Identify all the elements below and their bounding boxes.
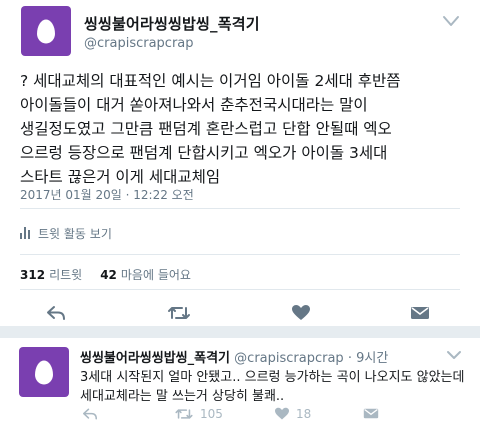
retweets-count: 312 bbox=[20, 268, 46, 282]
reply-handle-time[interactable]: @crapiscrapcrap · 9시간 bbox=[234, 351, 388, 366]
activity-label: 트윗 활동 보기 bbox=[38, 226, 112, 241]
likes-count: 42 bbox=[100, 268, 117, 282]
reply-button[interactable] bbox=[82, 407, 98, 421]
envelope-icon bbox=[363, 408, 379, 419]
user-handle[interactable]: @crapiscrapcrap bbox=[84, 36, 194, 51]
reply-icon bbox=[47, 306, 65, 320]
likes-stat[interactable]: 42 마음에 들어요 bbox=[100, 266, 191, 283]
tweet-activity-link[interactable]: 트윗 활동 보기 bbox=[20, 225, 112, 241]
chevron-down-icon[interactable] bbox=[446, 349, 462, 361]
chevron-down-icon[interactable] bbox=[442, 14, 460, 28]
retweet-count: 105 bbox=[200, 407, 223, 421]
like-button[interactable]: 18 bbox=[274, 407, 311, 421]
dm-button[interactable] bbox=[408, 302, 432, 324]
like-button[interactable] bbox=[289, 302, 313, 324]
divider bbox=[20, 208, 460, 209]
retweet-button[interactable] bbox=[167, 302, 191, 324]
avatar[interactable] bbox=[19, 347, 69, 397]
heart-icon bbox=[292, 305, 310, 320]
display-name[interactable]: 씽씽불어라씽씽밥씽_폭격기 bbox=[84, 13, 260, 34]
tweet-text: ? 세대교체의 대표적인 예시는 이거임 아이돌 2세대 후반쯤 아이돌들이 대… bbox=[20, 72, 401, 186]
timestamp[interactable]: 2017년 01월 20일 · 12:22 오전 bbox=[20, 186, 194, 203]
egg-avatar-icon bbox=[37, 19, 55, 44]
reply-header: 씽씽불어라씽씽밥씽_폭격기 @crapiscrapcrap · 9시간 bbox=[80, 347, 388, 366]
retweets-stat[interactable]: 312 리트윗 bbox=[20, 266, 82, 283]
divider bbox=[20, 254, 460, 255]
retweets-label: 리트윗 bbox=[49, 268, 83, 282]
envelope-icon bbox=[411, 307, 429, 319]
reply-display-name[interactable]: 씽씽불어라씽씽밥씽_폭격기 bbox=[80, 351, 230, 366]
main-tweet: 씽씽불어라씽씽밥씽_폭격기 @crapiscrapcrap ? 세대교체의 대표… bbox=[0, 0, 480, 324]
reply-button[interactable] bbox=[44, 302, 68, 324]
avatar[interactable] bbox=[21, 6, 71, 56]
retweet-button[interactable]: 105 bbox=[174, 407, 223, 421]
divider bbox=[20, 289, 460, 290]
reply-action-bar: 105 18 bbox=[0, 407, 480, 425]
tweet-stats: 312 리트윗 42 마음에 들어요 bbox=[20, 266, 191, 283]
separator-band bbox=[0, 326, 480, 338]
heart-icon bbox=[275, 407, 289, 420]
retweet-icon bbox=[175, 409, 193, 419]
bar-chart-icon bbox=[20, 227, 32, 239]
action-bar bbox=[0, 302, 480, 326]
reply-tweet[interactable]: 씽씽불어라씽씽밥씽_폭격기 @crapiscrapcrap · 9시간 3세대 … bbox=[0, 338, 480, 425]
retweet-icon bbox=[168, 307, 190, 319]
reply-icon bbox=[83, 408, 97, 420]
reply-text: 3세대 시작된지 얼마 안됐고.. 으르렁 능가하는 곡이 나오지도 않았는데 … bbox=[80, 370, 465, 404]
like-count: 18 bbox=[296, 407, 312, 421]
egg-avatar-icon bbox=[35, 360, 53, 385]
likes-label: 마음에 들어요 bbox=[120, 268, 191, 282]
dm-button[interactable] bbox=[363, 407, 379, 420]
